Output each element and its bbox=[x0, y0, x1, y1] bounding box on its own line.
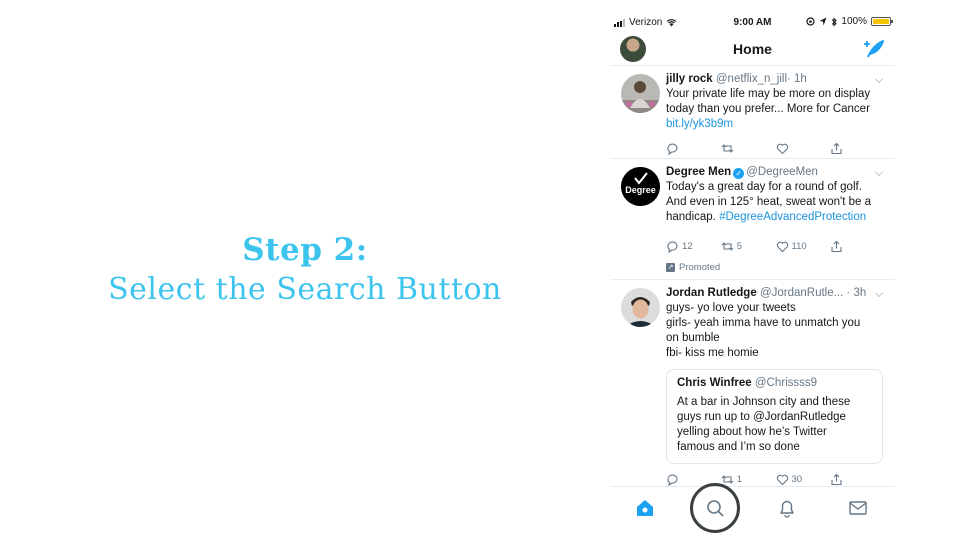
tweet[interactable]: jilly rock @netflix_n_jill· 1h Your priv… bbox=[610, 66, 895, 159]
share-button[interactable] bbox=[830, 473, 885, 486]
author-name[interactable]: jilly rock bbox=[666, 73, 713, 85]
tweet-time: · 1h bbox=[787, 73, 807, 85]
bluetooth-icon bbox=[832, 16, 838, 27]
quote-line: famous and I’m so done bbox=[677, 441, 800, 453]
tweet[interactable]: Jordan Rutledge @JordanRutle... · 3h guy… bbox=[610, 280, 895, 490]
reply-icon bbox=[667, 142, 678, 155]
tweet-line: today than you prefer... More for Cancer bbox=[666, 103, 870, 115]
nav-bar: Home bbox=[610, 34, 895, 66]
reply-icon bbox=[667, 473, 678, 486]
home-icon[interactable] bbox=[634, 497, 656, 519]
share-button[interactable] bbox=[830, 240, 885, 253]
retweet-icon bbox=[721, 241, 734, 251]
tweet-text: guys- yo love your tweets girls- yeah im… bbox=[666, 301, 885, 361]
share-icon bbox=[831, 240, 842, 252]
tweet-line: guys- yo love your tweets bbox=[666, 302, 796, 314]
instruction: Step 2: Select the Search Button bbox=[100, 230, 510, 310]
verified-badge-icon: ✓ bbox=[733, 168, 745, 179]
quote-line: guys run up to @JordanRutledge bbox=[677, 411, 846, 423]
tweet-text: Your private life may be more on display… bbox=[666, 87, 885, 132]
tweet-time: · 3h bbox=[846, 287, 867, 299]
heart-icon bbox=[776, 241, 788, 252]
tweet-link[interactable]: bit.ly/yk3b9m bbox=[666, 117, 885, 132]
author-handle[interactable]: @JordanRutle... bbox=[760, 287, 843, 299]
reply-button[interactable] bbox=[666, 142, 721, 155]
author-name[interactable]: Jordan Rutledge bbox=[666, 287, 757, 299]
tweet-line: Your private life may be more on display bbox=[666, 88, 871, 100]
tab-bar bbox=[610, 486, 895, 528]
avatar-logo-text: Degree bbox=[625, 185, 656, 195]
tweet-line: girls- yeah imma have to unmatch you bbox=[666, 317, 861, 329]
tweet-line: And even in 125° heat, sweat won't be a bbox=[666, 196, 871, 208]
phone-screen: Verizon 9:00 AM 100% Home jilly rock @ne… bbox=[610, 12, 895, 540]
status-right: 100% bbox=[806, 16, 893, 27]
mail-icon[interactable] bbox=[847, 497, 869, 519]
heart-icon bbox=[776, 474, 788, 485]
retweet-button[interactable] bbox=[721, 142, 776, 155]
instruction-title: Step 2: bbox=[242, 232, 368, 268]
promoted-text: Promoted bbox=[679, 261, 721, 273]
reply-icon bbox=[667, 240, 678, 253]
timeline[interactable]: jilly rock @netflix_n_jill· 1h Your priv… bbox=[610, 66, 895, 490]
quoted-author-handle: @Chrissss9 bbox=[754, 377, 818, 389]
nav-title: Home bbox=[733, 41, 772, 57]
quoted-tweet[interactable]: Chris Winfree @Chrissss9 At a bar in Joh… bbox=[666, 369, 883, 464]
retweet-count: 5 bbox=[736, 240, 743, 252]
search-highlight-ring bbox=[690, 483, 740, 533]
tweet-actions: 12 5 110 bbox=[666, 233, 885, 259]
quote-line: At a bar in Johnson city and these bbox=[677, 396, 851, 408]
author-handle[interactable]: @netflix_n_jill bbox=[716, 73, 787, 85]
avatar[interactable]: Degree bbox=[621, 167, 660, 206]
compose-tweet-icon[interactable] bbox=[863, 38, 885, 60]
like-count: 110 bbox=[791, 240, 807, 252]
like-button[interactable]: 110 bbox=[776, 240, 831, 253]
tweet-actions bbox=[666, 135, 885, 161]
author-name[interactable]: Degree Men bbox=[666, 166, 731, 178]
hashtag-link[interactable]: #DegreeAdvancedProtection bbox=[719, 211, 866, 223]
quote-line: yelling about how he’s Twitter bbox=[677, 426, 827, 438]
like-button[interactable]: 30 bbox=[776, 473, 831, 486]
bell-icon[interactable] bbox=[776, 497, 798, 519]
promoted-icon: ↗ bbox=[666, 262, 675, 272]
quoted-text: At a bar in Johnson city and these guys … bbox=[677, 395, 872, 455]
tweet[interactable]: Degree Degree Men ✓ @DegreeMen Today's a g… bbox=[610, 159, 895, 280]
status-bar: Verizon 9:00 AM 100% bbox=[610, 12, 895, 34]
tweet-text: Today's a great day for a round of golf.… bbox=[666, 180, 885, 225]
share-icon bbox=[831, 473, 842, 485]
battery-percent: 100% bbox=[841, 16, 867, 27]
tweet-line: Today's a great day for a round of golf. bbox=[666, 181, 862, 193]
tweet-line: handicap. bbox=[666, 211, 716, 223]
heart-icon bbox=[776, 143, 788, 154]
share-icon bbox=[831, 142, 842, 154]
promoted-label: ↗ Promoted bbox=[666, 259, 885, 275]
retweet-icon bbox=[721, 143, 734, 153]
like-button[interactable] bbox=[776, 142, 831, 155]
author-handle[interactable]: @DegreeMen bbox=[746, 166, 818, 178]
quoted-author-name: Chris Winfree bbox=[677, 377, 752, 389]
orientation-lock-icon bbox=[806, 17, 816, 26]
reply-count: 12 bbox=[682, 240, 693, 252]
retweet-button[interactable]: 1 bbox=[721, 473, 776, 486]
battery-icon bbox=[871, 17, 893, 26]
avatar[interactable] bbox=[621, 74, 660, 113]
reply-button[interactable]: 12 bbox=[666, 240, 721, 253]
avatar[interactable] bbox=[621, 288, 660, 327]
share-button[interactable] bbox=[830, 142, 885, 155]
tweet-line: on bumble bbox=[666, 332, 720, 344]
retweet-count: 1 bbox=[736, 473, 743, 485]
tweet-line: fbi- kiss me homie bbox=[666, 347, 759, 359]
instruction-subtitle: Select the Search Button bbox=[108, 272, 502, 307]
retweet-button[interactable]: 5 bbox=[721, 240, 776, 253]
location-icon bbox=[819, 17, 827, 26]
like-count: 30 bbox=[791, 473, 803, 485]
